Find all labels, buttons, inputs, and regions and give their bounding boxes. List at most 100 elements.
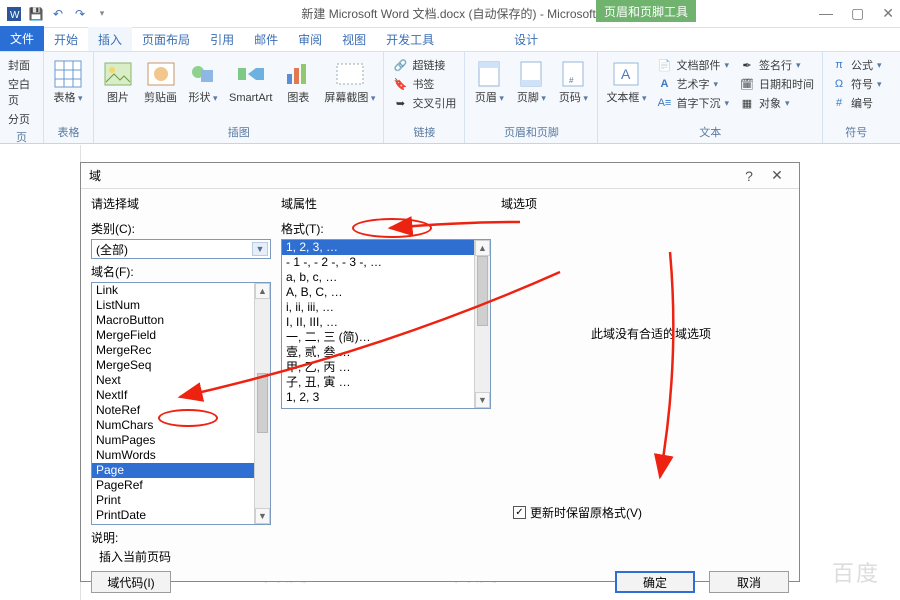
field-list-item[interactable]: MergeRec [92, 343, 270, 358]
ribbon-wordart[interactable]: A艺术字 [654, 75, 731, 93]
redo-icon[interactable]: ↷ [72, 6, 88, 22]
scroll-up-icon[interactable]: ▲ [255, 283, 270, 299]
maximize-icon[interactable]: ▢ [851, 5, 864, 22]
tab-review[interactable]: 审阅 [288, 27, 332, 51]
group-links-label: 链接 [390, 123, 458, 141]
field-list-item[interactable]: PrintDate [92, 508, 270, 523]
format-list-item[interactable]: 一, 二, 三 (简)… [282, 330, 490, 345]
format-list-item[interactable]: 子, 丑, 寅 … [282, 375, 490, 390]
field-list-item[interactable]: MacroButton [92, 313, 270, 328]
qat-customize-icon[interactable]: ▾ [94, 6, 110, 22]
ribbon-screenshot[interactable]: 屏幕截图 [322, 56, 377, 106]
format-list-item[interactable]: 1, 2, 3, … [282, 240, 490, 255]
field-list-item[interactable]: MergeField [92, 328, 270, 343]
save-icon[interactable]: 💾 [28, 6, 44, 22]
tab-references[interactable]: 引用 [200, 27, 244, 51]
crossref-icon: ➥ [392, 95, 408, 111]
scroll-down-icon[interactable]: ▼ [255, 508, 270, 524]
scroll-thumb[interactable] [477, 256, 488, 326]
tab-design[interactable]: 设计 [504, 27, 548, 51]
ribbon-header[interactable]: 页眉 [471, 56, 507, 106]
ok-button[interactable]: 确定 [615, 571, 695, 593]
ribbon-hyperlink[interactable]: 🔗超链接 [390, 56, 458, 74]
picture-icon [102, 58, 134, 90]
field-options-label: 域选项 [501, 195, 789, 212]
close-icon[interactable]: ✕ [882, 5, 894, 22]
field-list-item[interactable]: NoteRef [92, 403, 270, 418]
format-list-item[interactable]: 甲, 乙, 丙 … [282, 360, 490, 375]
format-list-item[interactable]: i, ii, iii, … [282, 300, 490, 315]
field-codes-button[interactable]: 域代码(I) [91, 571, 171, 593]
field-list-item[interactable]: Private [92, 523, 270, 525]
ribbon-smartart[interactable]: SmartArt [227, 56, 274, 106]
format-list-item[interactable]: - 1 -, - 2 -, - 3 -, … [282, 255, 490, 270]
ribbon-equation[interactable]: π公式 [829, 56, 884, 74]
format-scrollbar[interactable]: ▲ ▼ [474, 240, 490, 408]
smartart-icon [235, 58, 267, 90]
tab-mailings[interactable]: 邮件 [244, 27, 288, 51]
field-list-item[interactable]: MergeSeq [92, 358, 270, 373]
ribbon-symbol[interactable]: Ω符号 [829, 75, 884, 93]
ribbon-crossref[interactable]: ➥交叉引用 [390, 94, 458, 112]
undo-icon[interactable]: ↶ [50, 6, 66, 22]
cancel-button[interactable]: 取消 [709, 571, 789, 593]
ribbon-chart[interactable]: 图表 [280, 56, 316, 106]
field-list-item[interactable]: Page [92, 463, 270, 478]
tab-file[interactable]: 文件 [0, 26, 44, 51]
symbol-icon: Ω [831, 76, 847, 92]
tab-insert[interactable]: 插入 [88, 27, 132, 51]
field-name-listbox[interactable]: LinkListNumMacroButtonMergeFieldMergeRec… [91, 282, 271, 525]
title-bar: W 💾 ↶ ↷ ▾ 新建 Microsoft Word 文档.docx (自动保… [0, 0, 900, 28]
field-list-item[interactable]: ListNum [92, 298, 270, 313]
ribbon-cover-page[interactable]: 封面 [6, 56, 37, 74]
ribbon-number[interactable]: #编号 [829, 94, 884, 112]
dropcap-icon: A≡ [656, 95, 672, 111]
field-list-item[interactable]: Link [92, 283, 270, 298]
field-list-scrollbar[interactable]: ▲ ▼ [254, 283, 270, 524]
ribbon-textbox[interactable]: A文本框 [604, 56, 648, 106]
field-list-item[interactable]: NumPages [92, 433, 270, 448]
ribbon-object[interactable]: ▦对象 [737, 94, 816, 112]
scroll-down-icon[interactable]: ▼ [475, 392, 490, 408]
ribbon-picture[interactable]: 图片 [100, 56, 136, 106]
ribbon-datetime[interactable]: 🗓日期和时间 [737, 75, 816, 93]
ribbon-footer[interactable]: 页脚 [513, 56, 549, 106]
minimize-icon[interactable]: — [819, 5, 833, 22]
description-text: 插入当前页码 [91, 546, 789, 571]
ribbon-blank-page[interactable]: 空白页 [6, 75, 37, 109]
scroll-thumb[interactable] [257, 373, 268, 433]
field-list-item[interactable]: NumWords [92, 448, 270, 463]
window-title: 新建 Microsoft Word 文档.docx (自动保存的) - Micr… [116, 5, 813, 22]
ribbon-sigline[interactable]: ✒签名行 [737, 56, 816, 74]
ribbon-quickparts[interactable]: 📄文档部件 [654, 56, 731, 74]
preserve-format-checkbox[interactable]: ✓ 更新时保留原格式(V) [513, 504, 642, 521]
tab-home[interactable]: 开始 [44, 27, 88, 51]
ribbon-page-break[interactable]: 分页 [6, 110, 37, 128]
category-select[interactable]: (全部) ▼ [91, 239, 271, 259]
ribbon-shapes[interactable]: 形状 [185, 56, 221, 106]
ribbon-table[interactable]: 表格 [50, 56, 86, 106]
tab-developer[interactable]: 开发工具 [376, 27, 444, 51]
ribbon-bookmark[interactable]: 🔖书签 [390, 75, 458, 93]
ribbon-clipart[interactable]: 剪贴画 [142, 56, 179, 106]
format-list-item[interactable]: a, b, c, … [282, 270, 490, 285]
dialog-close-icon[interactable]: ✕ [763, 167, 791, 184]
format-list-item[interactable]: A, B, C, … [282, 285, 490, 300]
dialog-help-icon[interactable]: ? [735, 168, 763, 184]
field-list-item[interactable]: PageRef [92, 478, 270, 493]
format-list-item[interactable]: 壹, 贰, 叁 … [282, 345, 490, 360]
ribbon: 封面 空白页 分页 页 表格 表格 图片 剪贴画 形状 SmartArt 图表 … [0, 52, 900, 144]
scroll-up-icon[interactable]: ▲ [475, 240, 490, 256]
tab-layout[interactable]: 页面布局 [132, 27, 200, 51]
field-list-item[interactable]: NextIf [92, 388, 270, 403]
format-list-item[interactable]: 1, 2, 3 [282, 390, 490, 405]
field-list-item[interactable]: Next [92, 373, 270, 388]
ribbon-dropcap[interactable]: A≡首字下沉 [654, 94, 731, 112]
group-tables-label: 表格 [50, 123, 87, 141]
field-list-item[interactable]: Print [92, 493, 270, 508]
ribbon-pagenum[interactable]: #页码 [555, 56, 591, 106]
tab-view[interactable]: 视图 [332, 27, 376, 51]
field-list-item[interactable]: NumChars [92, 418, 270, 433]
format-listbox[interactable]: 1, 2, 3, …- 1 -, - 2 -, - 3 -, …a, b, c,… [281, 239, 491, 409]
format-list-item[interactable]: I, II, III, … [282, 315, 490, 330]
